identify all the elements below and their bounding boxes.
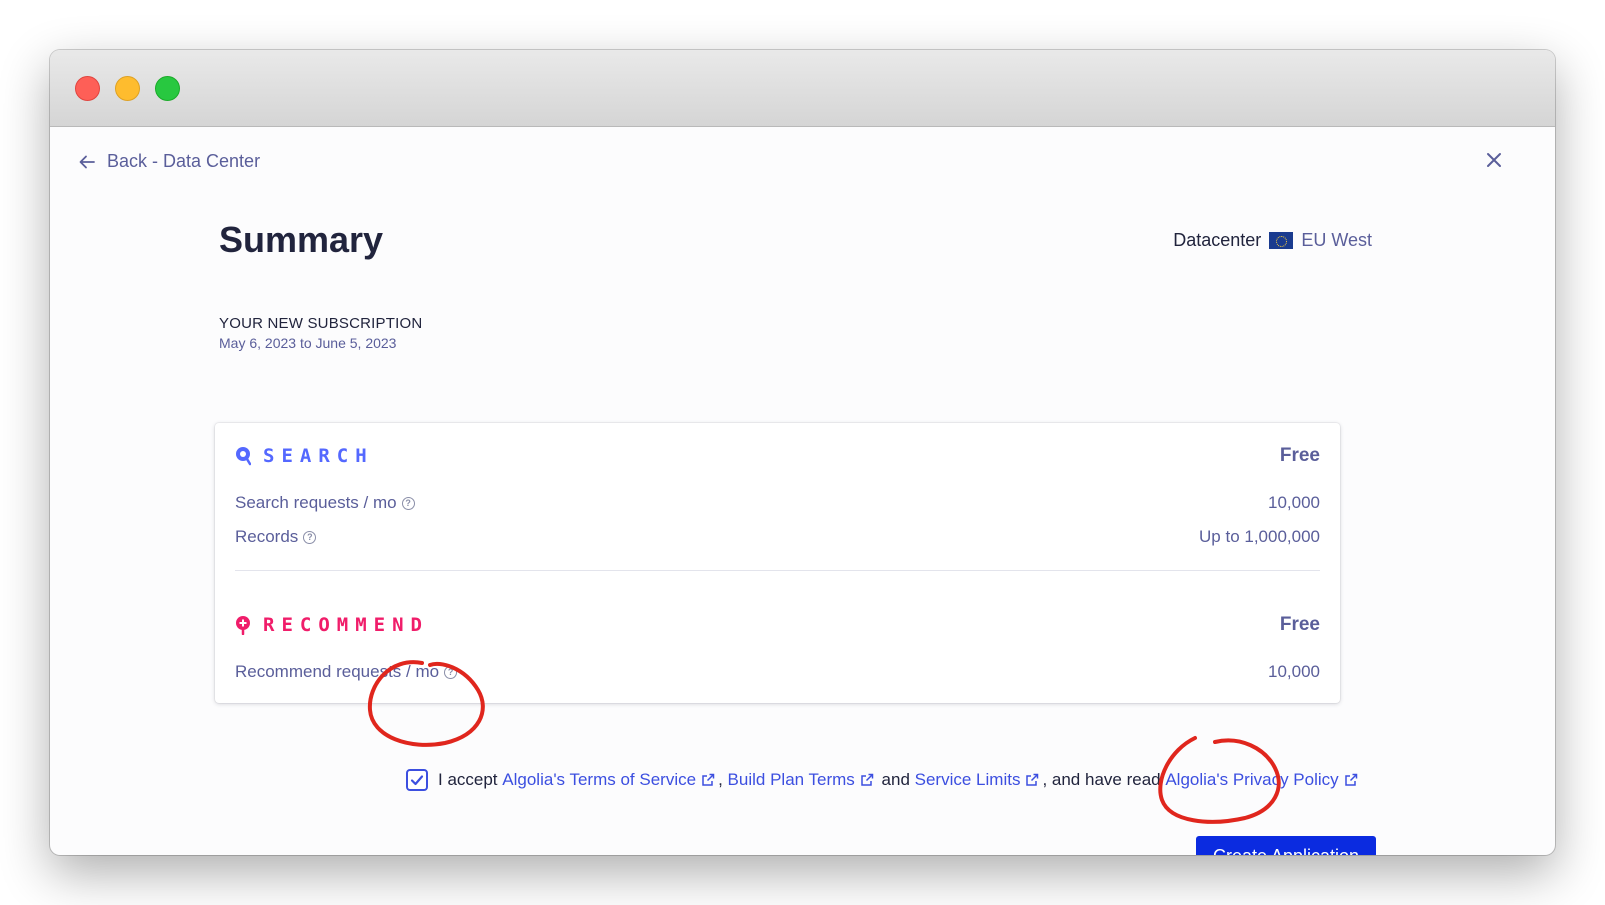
terms-checkbox[interactable] <box>406 769 428 791</box>
terms-of-service-link[interactable]: Algolia's Terms of Service <box>502 770 696 790</box>
plan-row: Recommend requests / mo ? 10,000 <box>235 662 1320 682</box>
plan-row: Search requests / mo ? 10,000 <box>235 493 1320 513</box>
row-label: Recommend requests / mo <box>235 662 440 681</box>
recommend-product-title: RECOMMEND <box>235 614 429 636</box>
section-divider <box>235 570 1320 571</box>
recommend-pin-icon <box>236 616 250 635</box>
build-plan-terms-link[interactable]: Build Plan Terms <box>728 770 855 790</box>
subscription-dates: May 6, 2023 to June 5, 2023 <box>219 335 397 351</box>
plan-summary-card: SEARCH Free Search requests / mo ? 10,00… <box>215 423 1340 703</box>
plan-row: Records ? Up to 1,000,000 <box>235 527 1320 547</box>
checkmark-icon <box>410 775 424 786</box>
terms-separator: , <box>718 770 723 789</box>
maximize-window-button[interactable] <box>155 76 180 101</box>
external-link-icon <box>1344 773 1357 786</box>
minimize-window-button[interactable] <box>115 76 140 101</box>
close-icon[interactable] <box>1483 149 1505 171</box>
question-circle-icon[interactable]: ? <box>401 496 415 510</box>
recommend-product-name: RECOMMEND <box>263 614 429 636</box>
close-window-button[interactable] <box>75 76 100 101</box>
back-link[interactable]: Back - Data Center <box>77 151 260 172</box>
datacenter-label: Datacenter <box>1173 230 1262 250</box>
privacy-policy-link[interactable]: Algolia's Privacy Policy <box>1165 770 1338 790</box>
external-link-icon <box>702 773 715 786</box>
arrow-left-icon <box>79 155 95 168</box>
subscription-heading: YOUR NEW SUBSCRIPTION <box>219 315 423 332</box>
search-price: Free <box>1279 445 1320 466</box>
row-value: 10,000 <box>1268 493 1320 512</box>
back-link-label: Back - Data Center <box>107 151 261 171</box>
row-value: Up to 1,000,000 <box>1199 527 1320 546</box>
terms-middle: , and have read <box>1042 770 1161 789</box>
browser-window: Back - Data Center Summary Datacenter EU… <box>50 50 1555 855</box>
search-pin-icon <box>236 447 251 466</box>
question-circle-icon[interactable]: ? <box>444 665 458 679</box>
search-section-header: SEARCH Free <box>235 445 1320 467</box>
service-limits-link[interactable]: Service Limits <box>915 770 1021 790</box>
recommend-price: Free <box>1279 614 1320 635</box>
datacenter-info: Datacenter EU West <box>1173 230 1372 251</box>
window-titlebar <box>50 50 1555 127</box>
search-product-name: SEARCH <box>263 445 374 467</box>
row-label: Search requests / mo <box>235 493 397 512</box>
terms-and: and <box>881 770 910 789</box>
recommend-section-header: RECOMMEND Free <box>235 614 1320 636</box>
datacenter-region: EU West <box>1301 230 1372 250</box>
row-value: 10,000 <box>1268 662 1320 681</box>
row-label: Records <box>235 527 299 546</box>
terms-prefix: I accept <box>438 770 498 789</box>
page-title: Summary <box>219 219 384 260</box>
external-link-icon <box>1026 773 1039 786</box>
external-link-icon <box>861 773 874 786</box>
question-circle-icon[interactable]: ? <box>303 530 317 544</box>
terms-agreement: I accept Algolia's Terms of Service , Bu… <box>406 769 1361 791</box>
eu-flag-icon <box>1269 232 1294 249</box>
search-product-title: SEARCH <box>235 445 374 467</box>
modal-content: Back - Data Center Summary Datacenter EU… <box>50 127 1555 855</box>
create-application-button[interactable]: Create Application <box>1196 836 1376 855</box>
